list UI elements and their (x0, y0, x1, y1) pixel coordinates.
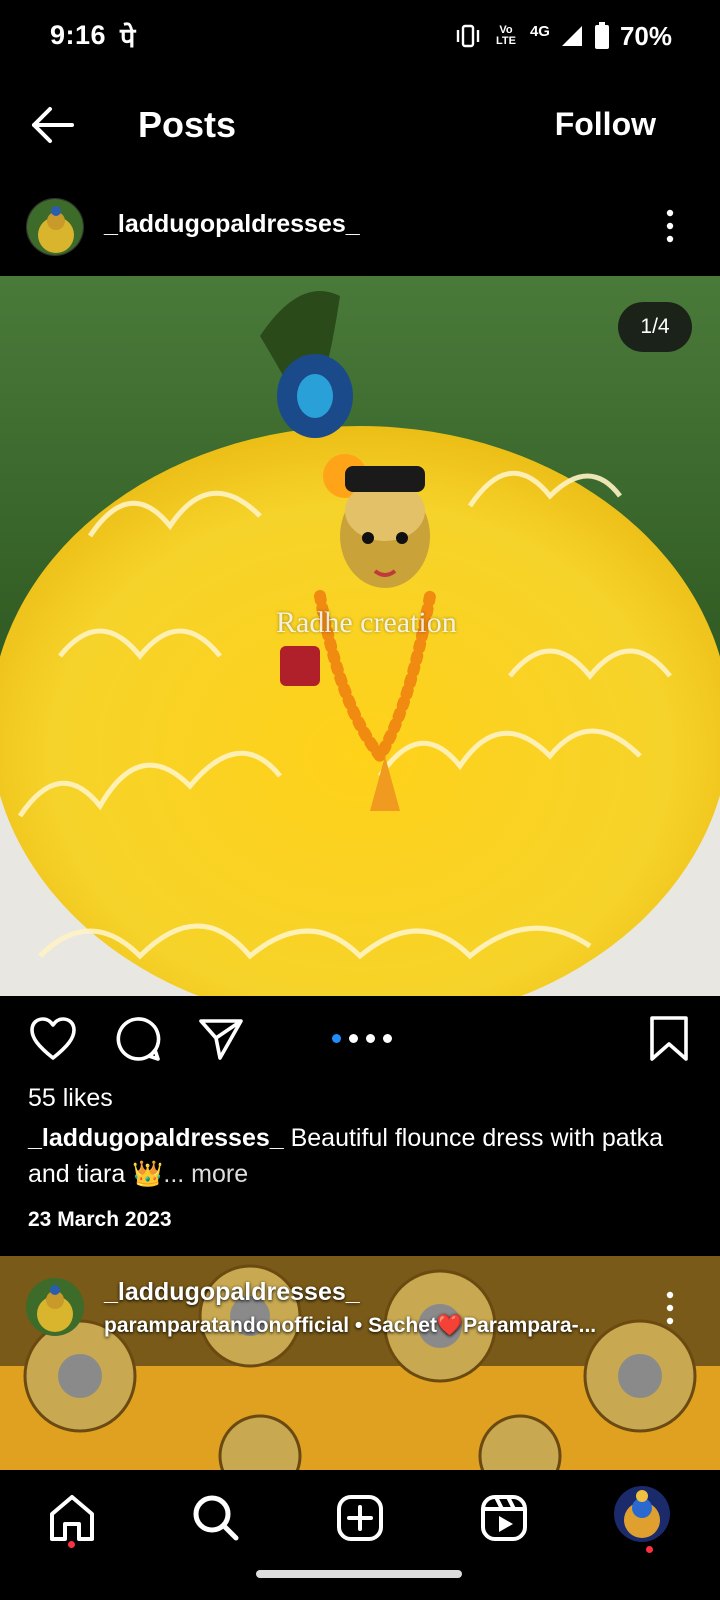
arrow-left-icon[interactable] (28, 102, 78, 148)
network-type: 4G (529, 22, 550, 40)
bookmark-icon[interactable] (644, 1014, 694, 1064)
home-icon[interactable] (44, 1490, 100, 1546)
carousel-dot-active (332, 1034, 341, 1043)
post-header: _laddugopaldresses_ (0, 190, 720, 270)
likes-count[interactable]: 55 likes (28, 1084, 113, 1113)
more-vertical-icon[interactable] (660, 1288, 680, 1328)
carousel-counter: 1/4 (618, 302, 692, 352)
status-icons: Vo LTE 4G 70% (454, 20, 672, 52)
reels-icon[interactable] (476, 1490, 532, 1546)
comment-icon[interactable] (112, 1014, 162, 1064)
follow-button[interactable]: Follow (555, 106, 656, 143)
bottom-nav (0, 1470, 720, 1600)
avatar[interactable] (26, 1278, 84, 1336)
status-time: 9:16 (50, 20, 107, 50)
avatar[interactable] (26, 198, 84, 256)
plus-square-icon[interactable] (332, 1490, 388, 1546)
page-title: Posts (138, 104, 237, 145)
volte-icon: Vo LTE (495, 24, 516, 47)
signal-icon (561, 26, 582, 46)
carousel-dot (383, 1034, 392, 1043)
top-app-bar: Posts Follow (0, 80, 720, 170)
caption-username[interactable]: _laddugopaldresses_ (28, 1124, 284, 1152)
home-notification-dot (68, 1541, 75, 1548)
battery-icon (594, 22, 609, 49)
post-date: 23 March 2023 (28, 1208, 172, 1231)
next-post-audio[interactable]: paramparatandonofficial • Sachet❤️Paramp… (104, 1314, 596, 1338)
more-vertical-icon[interactable] (660, 206, 680, 246)
carousel-indicator (332, 1034, 392, 1043)
profile-notification-dot (646, 1546, 653, 1553)
vibrate-icon (456, 24, 480, 48)
post-image[interactable]: 1/4 Radhe creation (0, 276, 720, 996)
post-username[interactable]: _laddugopaldresses_ (104, 210, 360, 239)
post-caption: _laddugopaldresses_ Beautiful flounce dr… (28, 1120, 698, 1192)
send-icon[interactable] (196, 1014, 246, 1064)
heart-icon[interactable] (28, 1014, 78, 1064)
next-post-username[interactable]: _laddugopaldresses_ (104, 1278, 360, 1307)
battery-percent: 70% (619, 20, 672, 51)
status-bar: 9:16 पे Vo LTE 4G 70% (0, 0, 720, 72)
carousel-dot (366, 1034, 375, 1043)
search-icon[interactable] (188, 1490, 244, 1546)
status-carrier-glyph: पे (120, 23, 136, 53)
carousel-dot (349, 1034, 358, 1043)
next-post-preview[interactable]: _laddugopaldresses_ paramparatandonoffic… (0, 1256, 720, 1470)
post-actions (0, 1000, 720, 1080)
caption-more-link[interactable]: ... more (163, 1160, 248, 1188)
avatar[interactable] (614, 1486, 670, 1542)
home-gesture-bar[interactable] (256, 1570, 462, 1578)
image-watermark: Radhe creation (276, 606, 457, 639)
